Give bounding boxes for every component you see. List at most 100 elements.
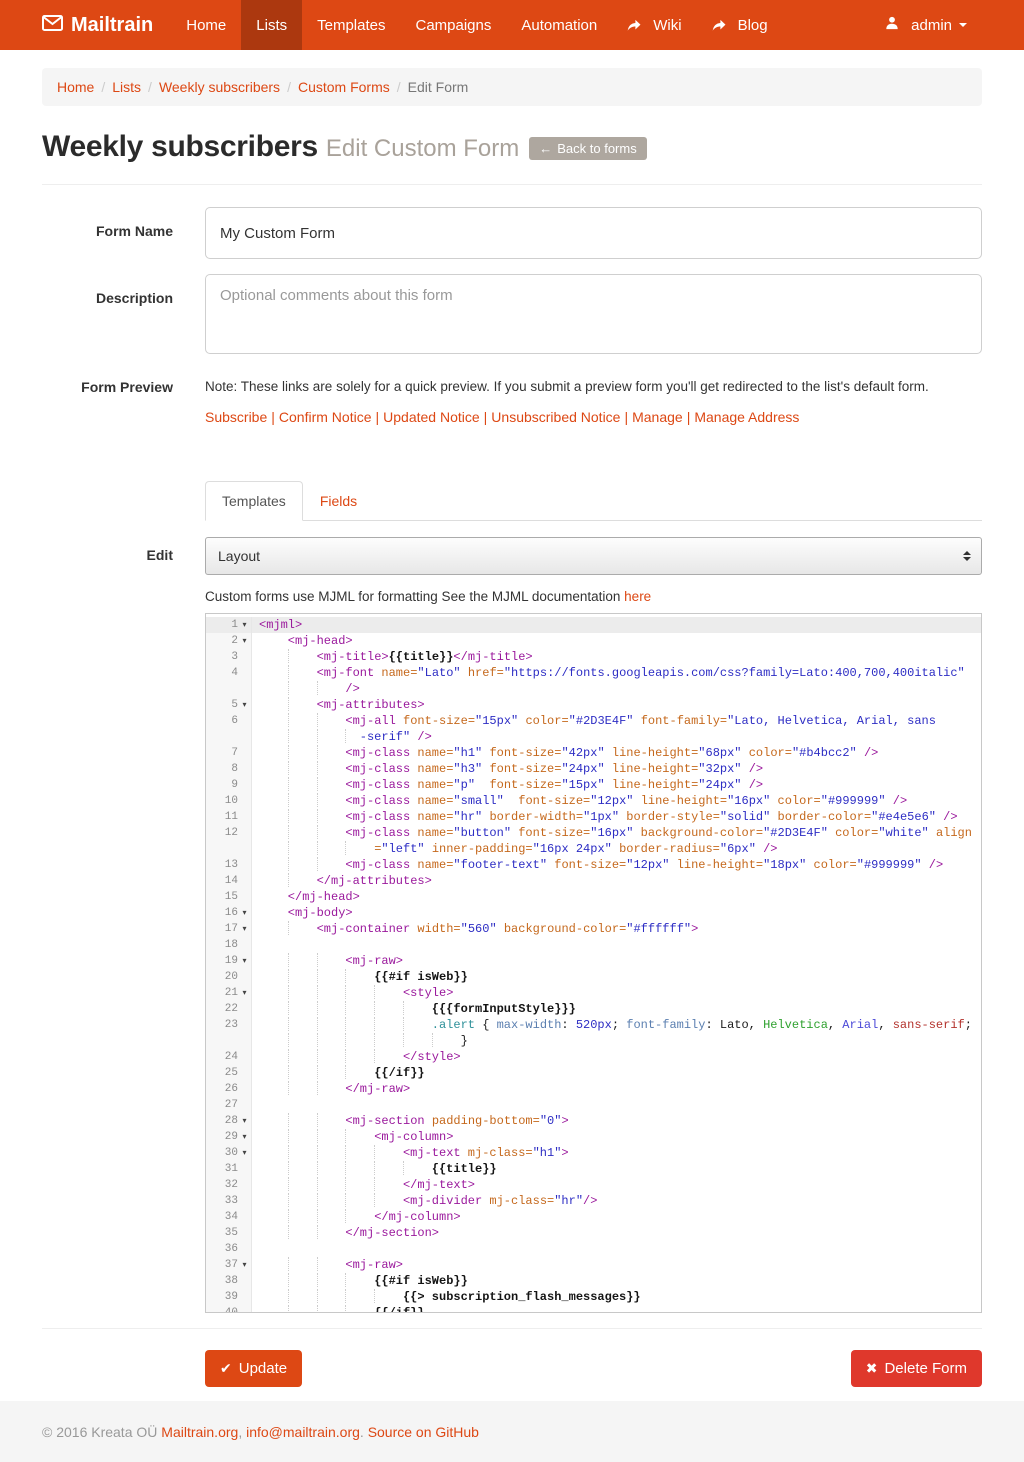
code-row-9[interactable]: 9<mj-class name="p" font-size="15px" lin… xyxy=(206,777,981,793)
code-line[interactable]: </mj-section> xyxy=(252,1225,981,1241)
footer-link-info-mailtrain-org[interactable]: info@mailtrain.org xyxy=(246,1424,360,1440)
code-line[interactable]: <mj-raw> xyxy=(252,1257,981,1273)
code-line[interactable]: <mj-class name="hr" border-width="1px" b… xyxy=(252,809,981,825)
preview-link-manage-address[interactable]: Manage Address xyxy=(694,409,799,425)
brand[interactable]: Mailtrain xyxy=(42,0,153,50)
code-row-10[interactable]: 10<mj-class name="small" font-size="12px… xyxy=(206,793,981,809)
code-row-40[interactable]: 40{{/if}} xyxy=(206,1305,981,1313)
code-line[interactable]: {{/if}} xyxy=(252,1065,981,1081)
code-line[interactable]: <mj-class name="small" font-size="12px" … xyxy=(252,793,981,809)
fold-toggle-icon[interactable]: ▾ xyxy=(238,633,251,649)
breadcrumb-item-custom-forms[interactable]: Custom Forms xyxy=(298,79,390,95)
tab-templates[interactable]: Templates xyxy=(205,481,303,521)
back-to-forms-button[interactable]: ←Back to forms xyxy=(529,137,646,160)
code-line[interactable]: /> xyxy=(252,681,981,697)
code-row-13[interactable]: 13<mj-class name="footer-text" font-size… xyxy=(206,857,981,873)
code-line[interactable]: {{/if}} xyxy=(252,1305,981,1313)
code-row-11[interactable]: 11<mj-class name="hr" border-width="1px"… xyxy=(206,809,981,825)
code-line[interactable]: } xyxy=(252,1033,981,1049)
fold-toggle-icon[interactable]: ▾ xyxy=(238,1145,251,1161)
delete-form-button[interactable]: ✖Delete Form xyxy=(851,1350,982,1387)
code-row-29[interactable]: 29▾<mj-column> xyxy=(206,1129,981,1145)
code-line[interactable]: <mj-class name="h3" font-size="24px" lin… xyxy=(252,761,981,777)
code-row-7[interactable]: 7<mj-class name="h1" font-size="42px" li… xyxy=(206,745,981,761)
code-line[interactable]: <mj-container width="560" background-col… xyxy=(252,921,981,937)
code-line[interactable]: <style> xyxy=(252,985,981,1001)
code-row-wrap[interactable]: ="left" inner-padding="16px 24px" border… xyxy=(206,841,981,857)
code-line[interactable]: <mj-head> xyxy=(252,633,981,649)
code-row-34[interactable]: 34</mj-column> xyxy=(206,1209,981,1225)
code-row-8[interactable]: 8<mj-class name="h3" font-size="24px" li… xyxy=(206,761,981,777)
code-row-12[interactable]: 12<mj-class name="button" font-size="16p… xyxy=(206,825,981,841)
code-row-39[interactable]: 39{{> subscription_flash_messages}} xyxy=(206,1289,981,1305)
code-line[interactable]: <mj-divider mj-class="hr"/> xyxy=(252,1193,981,1209)
nav-item-lists[interactable]: Lists xyxy=(241,0,302,50)
code-row-wrap[interactable]: /> xyxy=(206,681,981,697)
code-row-6[interactable]: 6<mj-all font-size="15px" color="#2D3E4F… xyxy=(206,713,981,729)
code-line[interactable]: {{> subscription_flash_messages}} xyxy=(252,1289,981,1305)
code-row-22[interactable]: 22{{{formInputStyle}}} xyxy=(206,1001,981,1017)
code-row-32[interactable]: 32</mj-text> xyxy=(206,1177,981,1193)
preview-link-unsubscribed-notice[interactable]: Unsubscribed Notice xyxy=(491,409,620,425)
preview-link-confirm-notice[interactable]: Confirm Notice xyxy=(279,409,372,425)
code-line[interactable]: <mj-text mj-class="h1"> xyxy=(252,1145,981,1161)
preview-link-manage[interactable]: Manage xyxy=(632,409,683,425)
code-line[interactable]: <mj-attributes> xyxy=(252,697,981,713)
code-line[interactable]: <mj-section padding-bottom="0"> xyxy=(252,1113,981,1129)
fold-toggle-icon[interactable]: ▾ xyxy=(238,1113,251,1129)
code-editor[interactable]: 1▾<mjml>2▾<mj-head>3<mj-title>{{title}}<… xyxy=(205,613,982,1313)
code-row-36[interactable]: 36 xyxy=(206,1241,981,1257)
code-row-21[interactable]: 21▾<style> xyxy=(206,985,981,1001)
code-row-15[interactable]: 15</mj-head> xyxy=(206,889,981,905)
tab-fields[interactable]: Fields xyxy=(303,481,374,521)
code-line[interactable]: ="left" inner-padding="16px 24px" border… xyxy=(252,841,981,857)
footer-link-mailtrain-org[interactable]: Mailtrain.org xyxy=(161,1424,238,1440)
fold-toggle-icon[interactable]: ▾ xyxy=(238,985,251,1001)
code-row-18[interactable]: 18 xyxy=(206,937,981,953)
code-line[interactable]: <mj-raw> xyxy=(252,953,981,969)
fold-toggle-icon[interactable]: ▾ xyxy=(238,617,251,633)
code-row-30[interactable]: 30▾<mj-text mj-class="h1"> xyxy=(206,1145,981,1161)
code-line[interactable]: -serif" /> xyxy=(252,729,981,745)
code-line[interactable] xyxy=(252,937,981,953)
code-row-38[interactable]: 38{{#if isWeb}} xyxy=(206,1273,981,1289)
code-line[interactable]: </mj-raw> xyxy=(252,1081,981,1097)
update-button[interactable]: ✔Update xyxy=(205,1350,302,1387)
footer-link-source-on-github[interactable]: Source on GitHub xyxy=(368,1424,479,1440)
code-line[interactable]: {{{formInputStyle}}} xyxy=(252,1001,981,1017)
code-row-2[interactable]: 2▾<mj-head> xyxy=(206,633,981,649)
nav-item-automation[interactable]: Automation xyxy=(506,0,612,50)
code-row-27[interactable]: 27 xyxy=(206,1097,981,1113)
code-row-31[interactable]: 31{{title}} xyxy=(206,1161,981,1177)
nav-item-wiki[interactable]: Wiki xyxy=(612,0,696,50)
code-line[interactable]: </mj-head> xyxy=(252,889,981,905)
code-row-26[interactable]: 26</mj-raw> xyxy=(206,1081,981,1097)
code-row-20[interactable]: 20{{#if isWeb}} xyxy=(206,969,981,985)
nav-item-campaigns[interactable]: Campaigns xyxy=(400,0,506,50)
preview-link-updated-notice[interactable]: Updated Notice xyxy=(383,409,480,425)
code-row-35[interactable]: 35</mj-section> xyxy=(206,1225,981,1241)
code-row-33[interactable]: 33<mj-divider mj-class="hr"/> xyxy=(206,1193,981,1209)
code-row-19[interactable]: 19▾<mj-raw> xyxy=(206,953,981,969)
code-line[interactable] xyxy=(252,1241,981,1257)
code-line[interactable]: {{#if isWeb}} xyxy=(252,1273,981,1289)
code-line[interactable]: <mj-column> xyxy=(252,1129,981,1145)
code-row-wrap[interactable]: -serif" /> xyxy=(206,729,981,745)
breadcrumb-item-weekly-subscribers[interactable]: Weekly subscribers xyxy=(159,79,280,95)
code-line[interactable]: <mj-body> xyxy=(252,905,981,921)
code-row-37[interactable]: 37▾<mj-raw> xyxy=(206,1257,981,1273)
code-row-5[interactable]: 5▾<mj-attributes> xyxy=(206,697,981,713)
fold-toggle-icon[interactable]: ▾ xyxy=(238,1129,251,1145)
code-line[interactable]: <mj-font name="Lato" href="https://fonts… xyxy=(252,665,981,681)
code-row-16[interactable]: 16▾<mj-body> xyxy=(206,905,981,921)
code-line[interactable]: {{#if isWeb}} xyxy=(252,969,981,985)
code-row-wrap[interactable]: } xyxy=(206,1033,981,1049)
edit-template-select[interactable]: Layout xyxy=(205,537,982,575)
code-line[interactable]: <mjml> xyxy=(252,617,981,633)
preview-link-subscribe[interactable]: Subscribe xyxy=(205,409,267,425)
fold-toggle-icon[interactable]: ▾ xyxy=(238,697,251,713)
code-line[interactable]: <mj-title>{{title}}</mj-title> xyxy=(252,649,981,665)
code-row-4[interactable]: 4<mj-font name="Lato" href="https://font… xyxy=(206,665,981,681)
nav-item-templates[interactable]: Templates xyxy=(302,0,400,50)
code-row-1[interactable]: 1▾<mjml> xyxy=(206,617,981,633)
